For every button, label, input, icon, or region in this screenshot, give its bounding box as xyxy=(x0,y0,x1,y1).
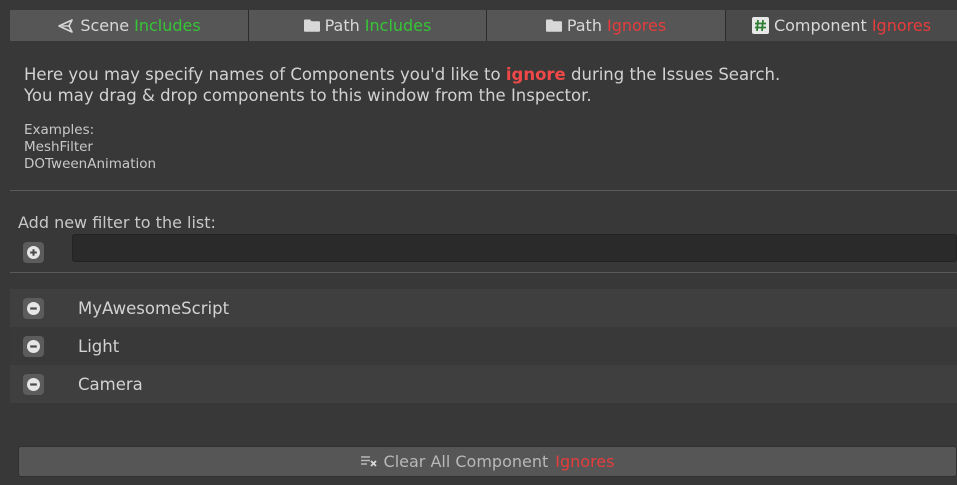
divider xyxy=(10,190,957,191)
intro-text-part: during the Issues Search. xyxy=(565,65,781,84)
clear-button-label: Clear All Component xyxy=(383,452,549,471)
tab-accent: Includes xyxy=(364,16,432,35)
list-item-label: Camera xyxy=(78,374,143,394)
ignore-list: MyAwesomeScript Light Camera xyxy=(10,289,957,403)
add-filter-label: Add new filter to the list: xyxy=(18,213,216,232)
intro-text: Here you may specify names of Components… xyxy=(24,64,780,106)
tab-bar: Scene Includes Path Includes Path Ignore… xyxy=(10,10,957,41)
tab-path-includes[interactable]: Path Includes xyxy=(249,10,487,41)
list-item-label: Light xyxy=(78,336,120,356)
tab-component-ignores[interactable]: Component Ignores xyxy=(726,10,957,41)
list-item-label: MyAwesomeScript xyxy=(78,298,230,318)
intro-text-part: Here you may specify names of Components… xyxy=(24,65,506,84)
list-item: MyAwesomeScript xyxy=(10,289,957,327)
examples-block: Examples: MeshFilter DOTweenAnimation xyxy=(24,122,156,173)
folder-icon xyxy=(545,19,562,32)
example-item: DOTweenAnimation xyxy=(24,156,157,172)
minus-icon xyxy=(27,378,40,391)
intro-line-1: Here you may specify names of Components… xyxy=(24,64,780,85)
add-filter-input[interactable] xyxy=(72,234,957,262)
remove-item-button[interactable] xyxy=(23,336,44,357)
clear-all-button[interactable]: Clear All Component Ignores xyxy=(18,446,957,477)
plus-icon xyxy=(27,246,40,259)
list-item: Light xyxy=(10,327,957,365)
example-item: MeshFilter xyxy=(24,139,93,155)
tab-label: Path xyxy=(566,16,602,35)
tab-label: Path xyxy=(324,16,360,35)
add-filter-button[interactable] xyxy=(23,242,44,263)
scene-icon xyxy=(57,18,75,34)
tab-path-ignores[interactable]: Path Ignores xyxy=(487,10,726,41)
intro-line-2: You may drag & drop components to this w… xyxy=(24,86,592,105)
tab-label: Component xyxy=(773,16,867,35)
ignore-highlight: ignore xyxy=(505,65,566,84)
component-ignores-window: Scene Includes Path Includes Path Ignore… xyxy=(10,10,957,485)
remove-item-button[interactable] xyxy=(23,374,44,395)
clear-list-icon xyxy=(360,452,377,471)
folder-icon xyxy=(303,19,320,32)
divider xyxy=(10,272,957,273)
clear-button-accent: Ignores xyxy=(555,452,615,471)
tab-scene-includes[interactable]: Scene Includes xyxy=(10,10,249,41)
tab-accent: Ignores xyxy=(606,16,667,35)
remove-item-button[interactable] xyxy=(23,298,44,319)
list-item: Camera xyxy=(10,365,957,403)
tab-label: Scene xyxy=(80,16,130,35)
examples-title: Examples: xyxy=(24,122,95,138)
tab-accent: Includes xyxy=(134,16,201,35)
tab-accent: Ignores xyxy=(871,16,932,35)
minus-icon xyxy=(27,340,40,353)
script-hash-icon xyxy=(751,17,769,34)
minus-icon xyxy=(27,302,40,315)
